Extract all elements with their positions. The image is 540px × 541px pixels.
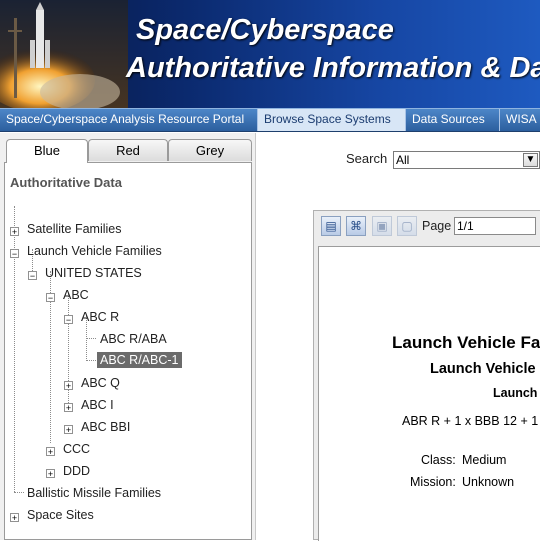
report-mission-value: Unknown [462, 475, 515, 489]
banner-title-line1: Space/Cyberspace [136, 14, 394, 46]
header-banner: Space/Cyberspace Authoritative Informati… [0, 0, 540, 108]
tree-guide-line [86, 360, 96, 361]
tree-item-united-states[interactable]: UNITED STATES [45, 266, 142, 280]
expand-icon[interactable]: + [64, 425, 73, 435]
page-label: Page [422, 219, 452, 233]
tree-item-abc-r-aba[interactable]: ABC R/ABA [100, 332, 167, 346]
tree-section-title: Authoritative Data [10, 175, 122, 190]
tree-item-satellite-families[interactable]: Satellite Families [27, 222, 121, 236]
expand-icon[interactable]: + [10, 227, 19, 237]
expand-icon[interactable]: + [64, 403, 73, 413]
report-class-label: Class: [421, 453, 456, 467]
report-title: Launch Vehicle Fa [392, 333, 540, 352]
tree-item-space-sites[interactable]: Space Sites [27, 508, 94, 522]
expand-icon[interactable]: + [10, 513, 19, 523]
tree-item-ddd[interactable]: DDD [63, 464, 90, 478]
nav-analysis-resource-portal[interactable]: Space/Cyberspace Analysis Resource Porta… [0, 109, 258, 131]
expand-icon[interactable]: + [64, 381, 73, 391]
report-configuration: ABR R + 1 x BBB 12 + 1 x [402, 414, 540, 428]
tree-item-launch-vehicle-families[interactable]: Launch Vehicle Families [27, 244, 162, 258]
expand-icon[interactable]: + [46, 469, 55, 479]
chevron-down-icon[interactable]: ▼ [523, 153, 538, 167]
tab-red[interactable]: Red [88, 139, 168, 161]
report-subtitle-2: Launch [493, 386, 538, 400]
left-panel: Blue Red Grey Authoritative Data + Satel… [0, 133, 256, 540]
tree-item-abc-q[interactable]: ABC Q [81, 376, 120, 390]
tree-item-ccc[interactable]: CCC [63, 442, 90, 456]
tree-item-abc-r-abc-1[interactable]: ABC R/ABC-1 [97, 352, 182, 368]
nav-wisa[interactable]: WISA [500, 109, 540, 131]
search-label: Search [346, 151, 388, 166]
export-icon[interactable]: ▣ [372, 216, 392, 236]
report-document: Launch Vehicle Fa Launch Vehicle Launch … [318, 246, 540, 541]
table-view-icon[interactable]: ▤ [321, 216, 341, 236]
viewer-toolbar: ▤ ⌘ ▣ ▢ Page 1/1 [314, 211, 540, 241]
search-select[interactable]: All ▼ [393, 151, 540, 169]
report-class-value: Medium [462, 453, 507, 467]
top-navigation: Space/Cyberspace Analysis Resource Porta… [0, 108, 540, 132]
tree-guide-line [14, 492, 24, 493]
print-icon[interactable]: ▢ [397, 216, 417, 236]
nav-data-sources[interactable]: Data Sources [406, 109, 500, 131]
collapse-icon[interactable]: − [64, 315, 73, 325]
tree-item-abc-r[interactable]: ABC R [81, 310, 119, 324]
page-input[interactable]: 1/1 [454, 217, 536, 235]
tree-item-abc-i[interactable]: ABC I [81, 398, 114, 412]
tab-grey[interactable]: Grey [168, 139, 252, 161]
tree-guide-line [86, 338, 96, 339]
tree-item-ballistic-missile-families[interactable]: Ballistic Missile Families [27, 486, 161, 500]
report-subtitle: Launch Vehicle [430, 361, 536, 377]
tree-item-abc[interactable]: ABC [63, 288, 89, 302]
collapse-icon[interactable]: − [10, 249, 19, 259]
expand-icon[interactable]: + [46, 447, 55, 457]
tree-item-abc-bbi[interactable]: ABC BBI [81, 420, 130, 434]
report-mission-label: Mission: [410, 475, 456, 489]
nav-browse-space-systems[interactable]: Browse Space Systems [258, 109, 406, 131]
collapse-icon[interactable]: − [28, 271, 37, 281]
rocket-launch-image [0, 0, 128, 108]
tree-view-icon[interactable]: ⌘ [346, 216, 366, 236]
tab-blue[interactable]: Blue [6, 139, 88, 163]
banner-title-line2: Authoritative Information & Da [126, 52, 540, 84]
search-select-value: All [396, 153, 410, 167]
collapse-icon[interactable]: − [46, 293, 55, 303]
authoritative-data-tree: Authoritative Data + Satellite Families … [4, 162, 252, 540]
